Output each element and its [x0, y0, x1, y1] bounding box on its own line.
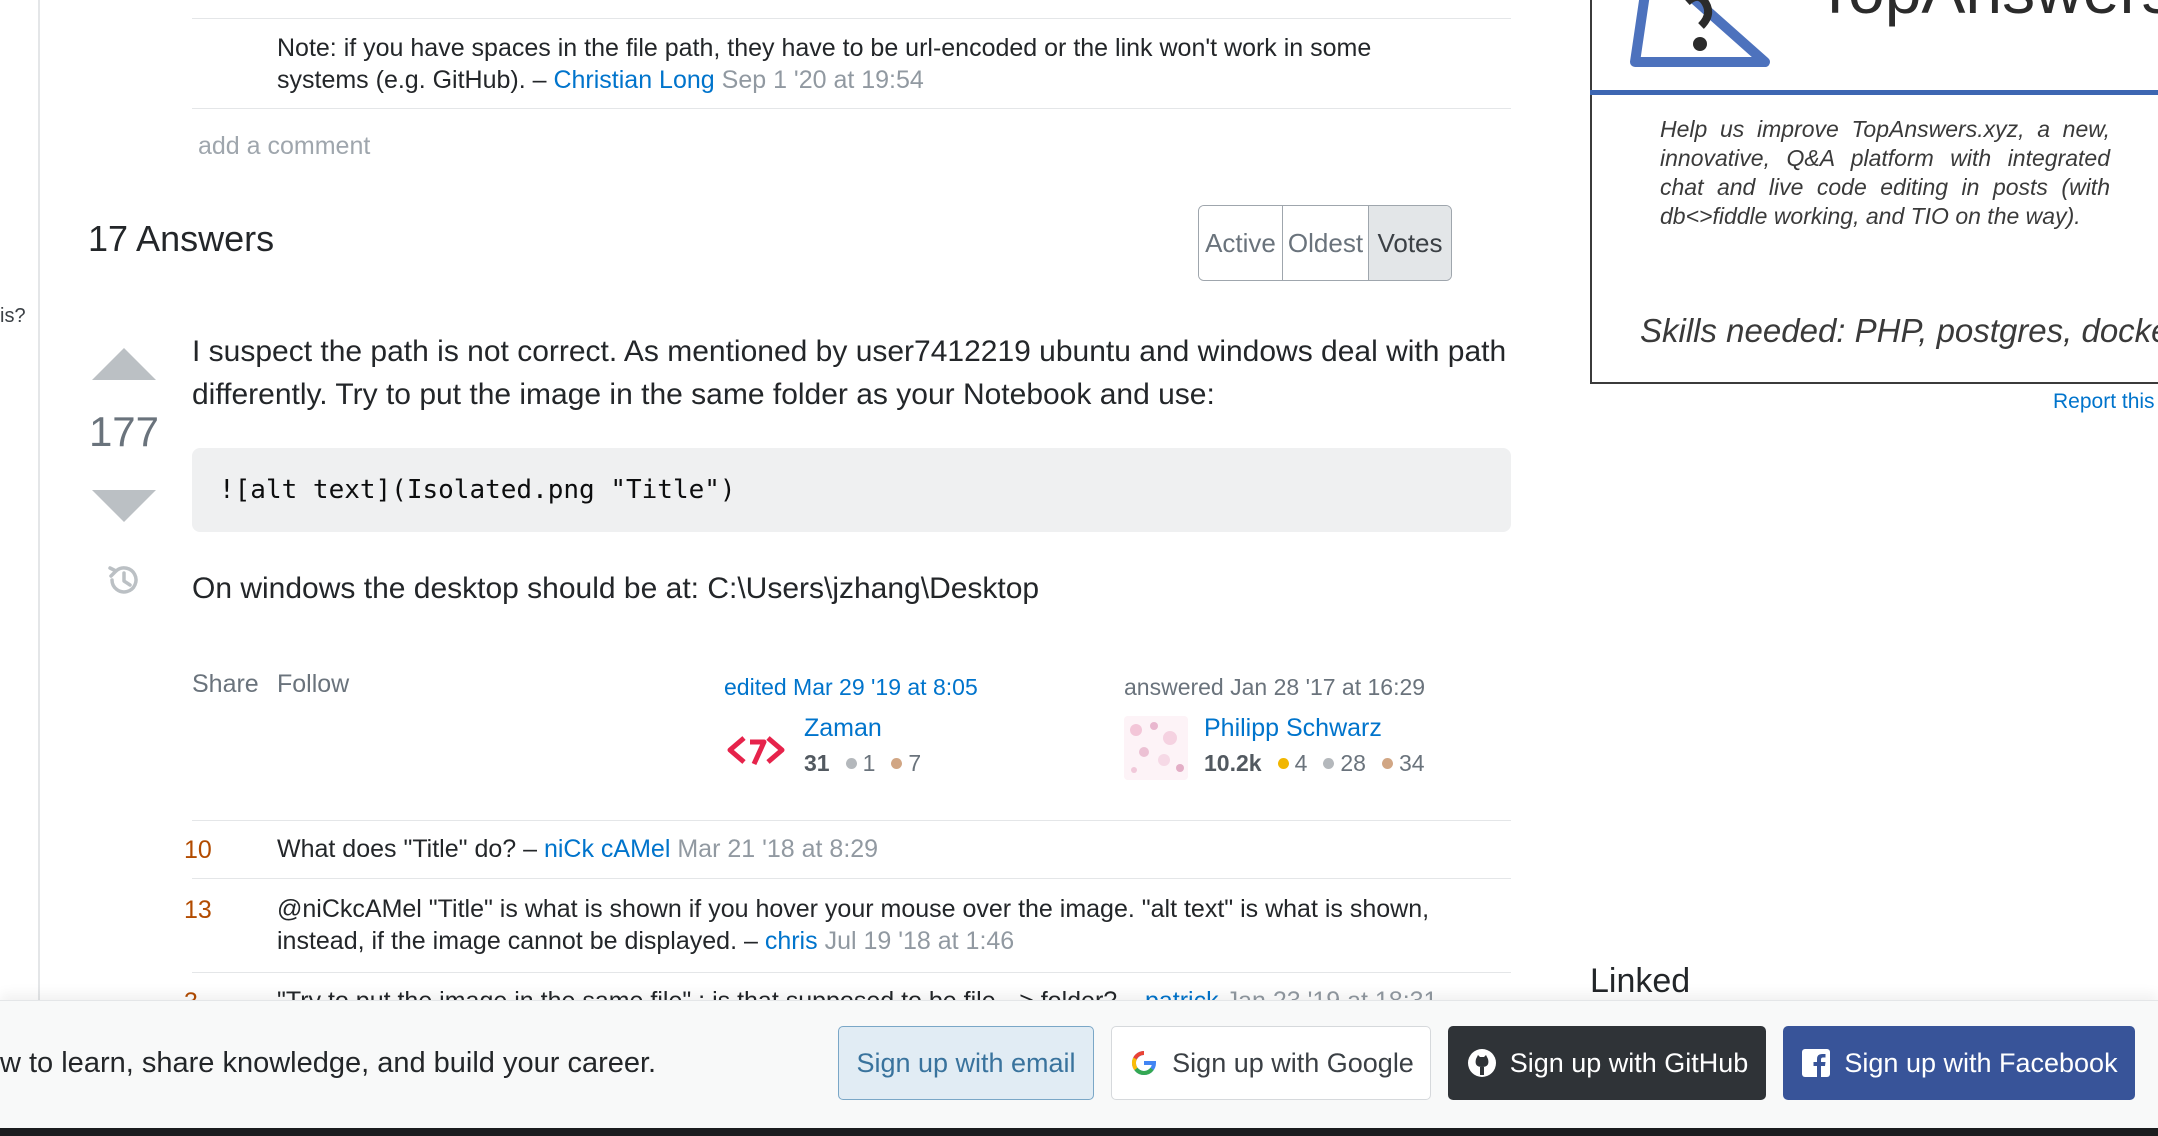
- signup-github-label: Sign up with GitHub: [1509, 1047, 1749, 1078]
- bronze-badge-count: 34: [1398, 750, 1425, 776]
- github-icon: [1467, 1049, 1496, 1077]
- comment-date[interactable]: Jul 19 '18 at 1:46: [825, 927, 1015, 955]
- sort-tab-votes[interactable]: Votes: [1369, 206, 1451, 280]
- comment-divider: [192, 878, 1511, 879]
- bronze-badge-count: 7: [908, 750, 922, 776]
- vote-up-icon[interactable]: [92, 348, 156, 380]
- comment-date[interactable]: Mar 21 '18 at 8:29: [677, 835, 878, 863]
- ad-skills: Skills needed: PHP, postgres, docker.: [1640, 312, 2158, 350]
- code-block: ![alt text](Isolated.png "Title"): [192, 448, 1511, 532]
- banner-text: w to learn, share knowledge, and build y…: [0, 1047, 657, 1079]
- comment-divider: [192, 18, 1511, 19]
- answer-paragraph: On windows the desktop should be at: C:\…: [192, 572, 1040, 605]
- signup-email-button[interactable]: Sign up with email: [838, 1026, 1094, 1100]
- vote-down-icon[interactable]: [92, 490, 156, 522]
- google-icon: [1132, 1050, 1157, 1075]
- question-fragment: is?: [0, 305, 26, 327]
- comment-date[interactable]: Sep 1 '20 at 19:54: [722, 66, 924, 94]
- comment-divider: [192, 972, 1511, 973]
- ad-text: Help us improve TopAnswers.xyz, a new, i…: [1660, 116, 2110, 229]
- comment-divider: [192, 820, 1511, 821]
- edited-timestamp-link[interactable]: edited Mar 29 '19 at 8:05: [724, 674, 978, 701]
- answer-sort-tabs: Active Oldest Votes: [1198, 205, 1452, 281]
- avatar[interactable]: [1124, 716, 1188, 780]
- comment-user-link[interactable]: chris: [765, 927, 818, 955]
- report-ad-link[interactable]: Report this ad: [2053, 390, 2158, 414]
- gold-badge-count: 4: [1294, 750, 1308, 776]
- vote-count: 177: [88, 408, 160, 455]
- signup-email-label: Sign up with email: [856, 1047, 1076, 1078]
- comment-score: 13: [184, 896, 212, 924]
- silver-badge-icon: [1323, 758, 1335, 769]
- question-comment: Note: if you have spaces in the file pat…: [277, 32, 1457, 96]
- comment-text: What does "Title" do? –: [277, 835, 544, 863]
- comment-user-link[interactable]: Christian Long: [553, 66, 714, 94]
- reputation-score: 10.2k: [1204, 750, 1262, 776]
- avatar[interactable]: [724, 718, 788, 782]
- answerer-name-link[interactable]: Philipp Schwarz: [1204, 714, 1382, 743]
- signup-facebook-label: Sign up with Facebook: [1844, 1047, 2118, 1078]
- follow-link[interactable]: Follow: [277, 670, 349, 699]
- left-divider: [38, 0, 40, 1000]
- comment-divider: [192, 108, 1511, 109]
- answer-comment: What does "Title" do? – niCk cAMel Mar 2…: [277, 833, 1507, 865]
- silver-badge-count: 28: [1340, 750, 1366, 776]
- code-text: ![alt text](Isolated.png "Title"): [219, 475, 736, 505]
- share-link[interactable]: Share: [192, 670, 259, 699]
- signup-google-label: Sign up with Google: [1172, 1047, 1414, 1078]
- reputation-score: 31: [804, 750, 830, 776]
- signup-github-button[interactable]: Sign up with GitHub: [1448, 1026, 1766, 1100]
- sort-tab-oldest[interactable]: Oldest: [1283, 206, 1369, 280]
- add-comment-link[interactable]: add a comment: [198, 132, 370, 161]
- silver-badge-count: 1: [862, 750, 876, 776]
- linked-heading: Linked: [1590, 962, 1691, 1000]
- answerer-reputation: 10.2k 4 28 34: [1204, 750, 1425, 777]
- bottom-edge: [0, 1128, 2158, 1136]
- gold-badge-icon: [1277, 758, 1289, 769]
- answer-comment: @niCkcAMel "Title" is what is shown if y…: [277, 893, 1507, 957]
- silver-badge-icon: [845, 758, 857, 769]
- facebook-icon: [1802, 1049, 1831, 1077]
- editor-name-link[interactable]: Zaman: [804, 714, 882, 743]
- bronze-badge-icon: [891, 758, 903, 769]
- history-icon[interactable]: [104, 560, 144, 600]
- signup-google-button[interactable]: Sign up with Google: [1111, 1026, 1431, 1100]
- ad-brand: TopAnswers: [1815, 0, 2158, 28]
- comment-user-link[interactable]: niCk cAMel: [544, 835, 670, 863]
- signup-facebook-button[interactable]: Sign up with Facebook: [1783, 1026, 2135, 1100]
- comment-score: 10: [184, 836, 212, 864]
- ad-skills-text: Skills needed: PHP, postgres, docker.: [1640, 312, 2158, 349]
- bronze-badge-icon: [1381, 758, 1393, 769]
- answered-timestamp: answered Jan 28 '17 at 16:29: [1124, 674, 1426, 700]
- ad-divider: [1590, 90, 2158, 95]
- sort-tab-active[interactable]: Active: [1199, 206, 1283, 280]
- editor-reputation: 31 1 7: [804, 750, 921, 777]
- warning-triangle-icon: [1630, 0, 1770, 67]
- answer-paragraph: I suspect the path is not correct. As me…: [192, 335, 1507, 411]
- answers-count-title: 17 Answers: [88, 218, 275, 259]
